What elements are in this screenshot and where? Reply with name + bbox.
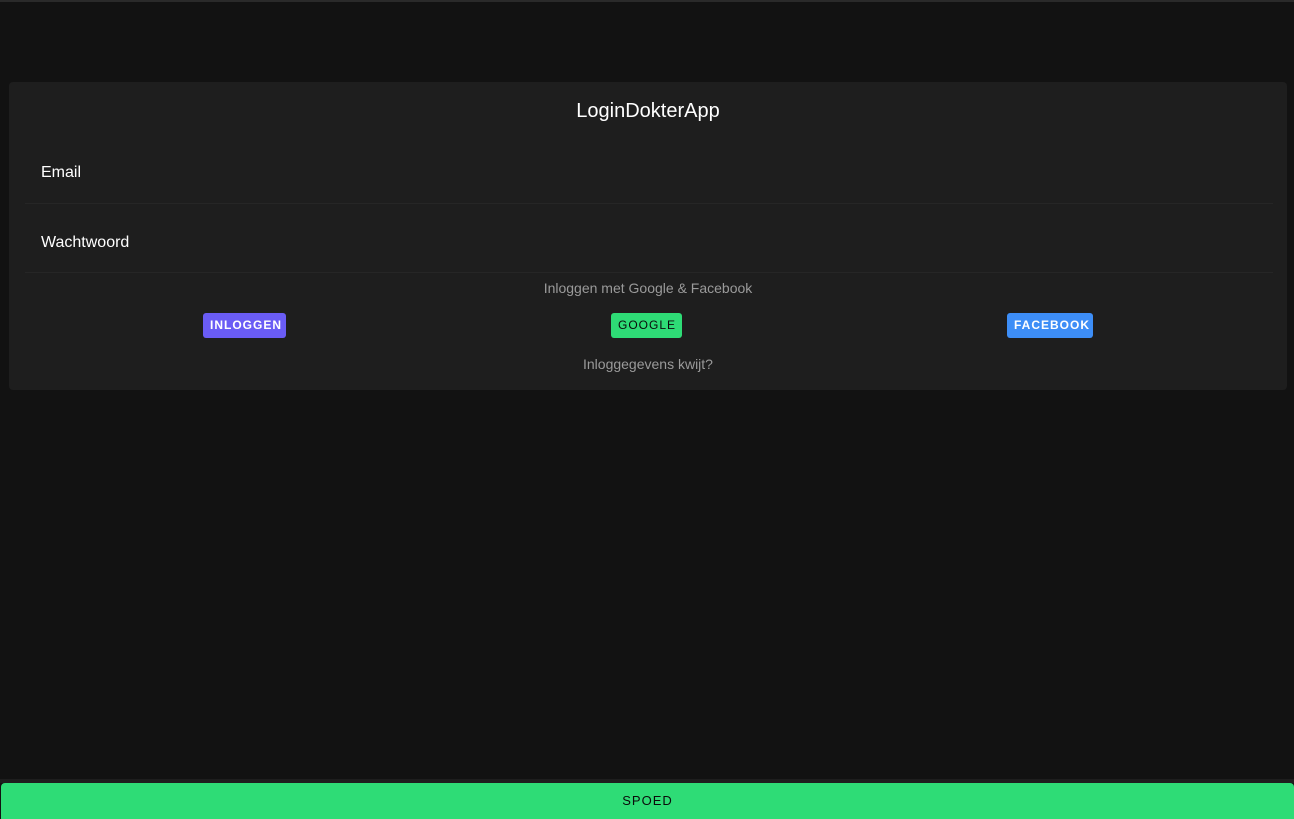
social-login-text: Inloggen met Google & Facebook (543, 280, 753, 296)
forgot-credentials-link[interactable]: Inloggegevens kwijt? (9, 356, 1287, 372)
top-border (0, 0, 1294, 2)
facebook-button[interactable]: FACEBOOK (1007, 313, 1093, 338)
login-button[interactable]: INLOGGEN (203, 313, 286, 338)
page-title: LoginDokterApp (576, 100, 720, 122)
password-label: Wachtwoord (41, 234, 130, 251)
password-input[interactable] (155, 226, 1263, 260)
spoed-button[interactable]: SPOED (1, 783, 1294, 819)
email-label: Email (41, 164, 82, 181)
login-card: LoginDokterApp Email Wachtwoord Inloggen… (9, 82, 1287, 390)
email-field[interactable]: Email (25, 134, 1273, 204)
google-button[interactable]: GOOGLE (611, 313, 682, 338)
password-field[interactable]: Wachtwoord (25, 204, 1273, 273)
email-input[interactable] (155, 156, 1263, 190)
